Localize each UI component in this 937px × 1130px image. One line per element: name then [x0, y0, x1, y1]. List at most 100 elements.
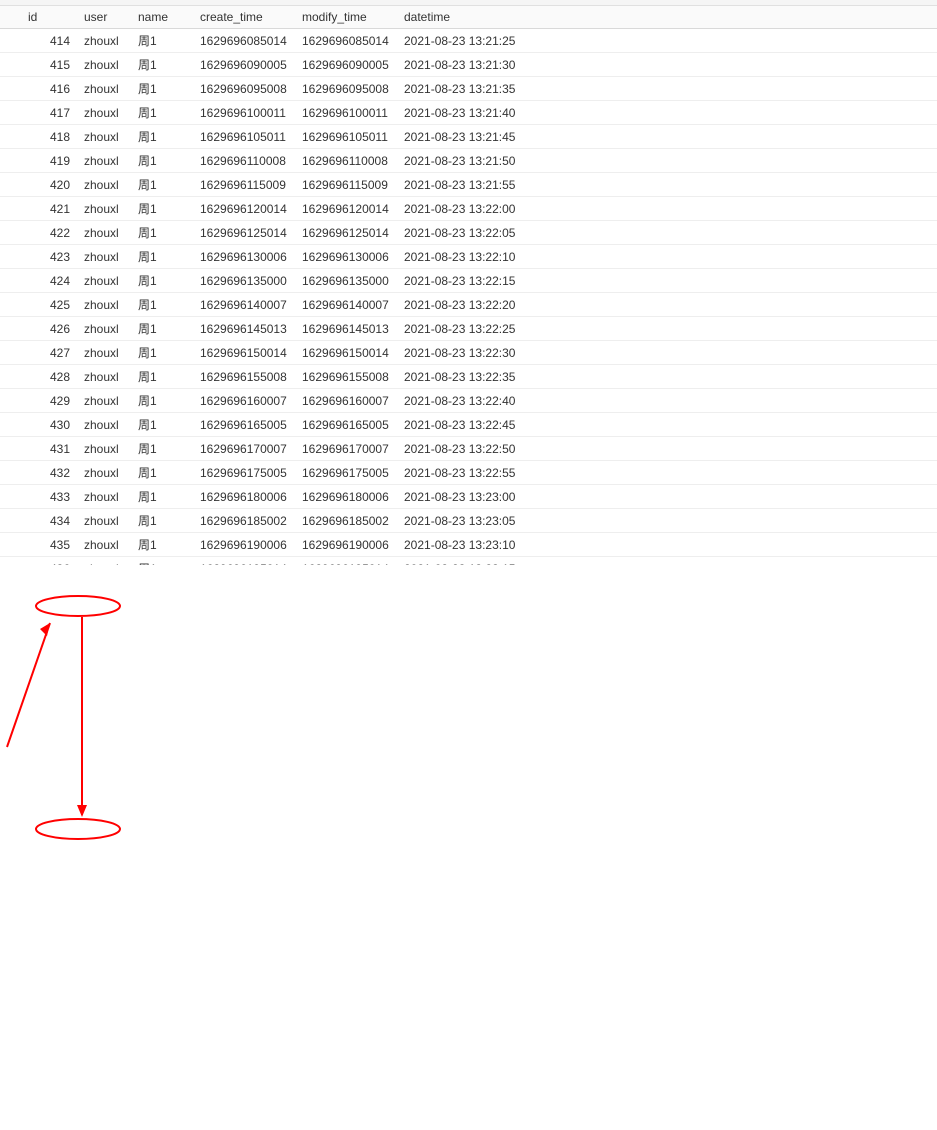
cell-modify-time: 1629696125014 — [296, 221, 398, 245]
table-row[interactable]: 423zhouxl周116296961300061629696130006202… — [0, 245, 937, 269]
cell-id: 418 — [22, 125, 78, 149]
cell-user: zhouxl — [78, 149, 132, 173]
table-row[interactable]: 419zhouxl周116296961100081629696110008202… — [0, 149, 937, 173]
cell-create-time: 1629696125014 — [194, 221, 296, 245]
cell-user: zhouxl — [78, 101, 132, 125]
column-header-datetime[interactable]: datetime — [398, 6, 548, 29]
table-row[interactable]: 417zhouxl周116296961000111629696100011202… — [0, 101, 937, 125]
table-row[interactable]: 425zhouxl周116296961400071629696140007202… — [0, 293, 937, 317]
cell-create-time: 1629696155008 — [194, 365, 296, 389]
table-row[interactable]: 428zhouxl周116296961550081629696155008202… — [0, 365, 937, 389]
cell-modify-time: 1629696135000 — [296, 269, 398, 293]
cell-user: zhouxl — [78, 173, 132, 197]
cell-spacer — [548, 149, 937, 173]
cell-create-time: 1629696105011 — [194, 125, 296, 149]
table-row[interactable]: 431zhouxl周116296961700071629696170007202… — [0, 437, 937, 461]
cell-id: 429 — [22, 389, 78, 413]
cell-create-time: 1629696170007 — [194, 437, 296, 461]
table-row[interactable]: 436zhouxl周116296961950141629696195014202… — [0, 557, 937, 566]
cell-spacer — [548, 389, 937, 413]
cell-spacer — [548, 485, 937, 509]
cell-name: 周1 — [132, 197, 194, 221]
cell-modify-time: 1629696105011 — [296, 125, 398, 149]
table-row[interactable]: 424zhouxl周116296961350001629696135000202… — [0, 269, 937, 293]
cell-datetime: 2021-08-23 13:23:10 — [398, 533, 548, 557]
cell-create-time: 1629696120014 — [194, 197, 296, 221]
cell-name: 周1 — [132, 413, 194, 437]
cell-create-time: 1629696140007 — [194, 293, 296, 317]
cell-spacer — [548, 509, 937, 533]
table-row[interactable]: 429zhouxl周116296961600071629696160007202… — [0, 389, 937, 413]
table-row[interactable]: 433zhouxl周116296961800061629696180006202… — [0, 485, 937, 509]
cell-create-time: 1629696190006 — [194, 533, 296, 557]
cell-modify-time: 1629696180006 — [296, 485, 398, 509]
cell-user: zhouxl — [78, 293, 132, 317]
cell-datetime: 2021-08-23 13:22:50 — [398, 437, 548, 461]
table-row[interactable]: 420zhouxl周116296961150091629696115009202… — [0, 173, 937, 197]
cell-name: 周1 — [132, 485, 194, 509]
cell-modify-time: 1629696090005 — [296, 53, 398, 77]
cell-modify-time: 1629696155008 — [296, 365, 398, 389]
cell-id: 416 — [22, 77, 78, 101]
cell-modify-time: 1629696150014 — [296, 341, 398, 365]
cell-create-time: 1629696180006 — [194, 485, 296, 509]
cell-id: 421 — [22, 197, 78, 221]
cell-datetime: 2021-08-23 13:22:25 — [398, 317, 548, 341]
cell-user: zhouxl — [78, 389, 132, 413]
table-row[interactable]: 435zhouxl周116296961900061629696190006202… — [0, 533, 937, 557]
row-gutter — [0, 413, 22, 437]
row-gutter — [0, 173, 22, 197]
cell-create-time: 1629696185002 — [194, 509, 296, 533]
cell-user: zhouxl — [78, 29, 132, 53]
cell-id: 422 — [22, 221, 78, 245]
cell-id: 426 — [22, 317, 78, 341]
cell-modify-time: 1629696145013 — [296, 317, 398, 341]
row-gutter — [0, 269, 22, 293]
cell-datetime: 2021-08-23 13:22:35 — [398, 365, 548, 389]
cell-spacer — [548, 53, 937, 77]
cell-name: 周1 — [132, 269, 194, 293]
column-header-user[interactable]: user — [78, 6, 132, 29]
column-header-create-time[interactable]: create_time — [194, 6, 296, 29]
row-gutter — [0, 317, 22, 341]
table-row[interactable]: 426zhouxl周116296961450131629696145013202… — [0, 317, 937, 341]
table-row[interactable]: 414zhouxl周116296960850141629696085014202… — [0, 29, 937, 53]
cell-modify-time: 1629696170007 — [296, 437, 398, 461]
table-row[interactable]: 415zhouxl周116296960900051629696090005202… — [0, 53, 937, 77]
table-row[interactable]: 432zhouxl周116296961750051629696175005202… — [0, 461, 937, 485]
cell-spacer — [548, 197, 937, 221]
column-header-id[interactable]: id — [22, 6, 78, 29]
cell-user: zhouxl — [78, 245, 132, 269]
table-row[interactable]: 430zhouxl周116296961650051629696165005202… — [0, 413, 937, 437]
cell-datetime: 2021-08-23 13:22:45 — [398, 413, 548, 437]
cell-id: 427 — [22, 341, 78, 365]
cell-user: zhouxl — [78, 413, 132, 437]
cell-user: zhouxl — [78, 125, 132, 149]
cell-user: zhouxl — [78, 53, 132, 77]
cell-id: 430 — [22, 413, 78, 437]
table-row[interactable]: 427zhouxl周116296961500141629696150014202… — [0, 341, 937, 365]
cell-id: 433 — [22, 485, 78, 509]
row-gutter — [0, 533, 22, 557]
data-grid[interactable]: id user name create_time modify_time dat… — [0, 6, 937, 565]
table-row[interactable]: 418zhouxl周116296961050111629696105011202… — [0, 125, 937, 149]
cell-id: 436 — [22, 557, 78, 566]
cell-create-time: 1629696130006 — [194, 245, 296, 269]
cell-spacer — [548, 557, 937, 566]
table-row[interactable]: 422zhouxl周116296961250141629696125014202… — [0, 221, 937, 245]
cell-spacer — [548, 437, 937, 461]
result-table: id user name create_time modify_time dat… — [0, 6, 937, 565]
row-gutter — [0, 29, 22, 53]
table-row[interactable]: 434zhouxl周116296961850021629696185002202… — [0, 509, 937, 533]
cell-user: zhouxl — [78, 341, 132, 365]
cell-user: zhouxl — [78, 509, 132, 533]
column-header-modify-time[interactable]: modify_time — [296, 6, 398, 29]
cell-id: 435 — [22, 533, 78, 557]
table-row[interactable]: 416zhouxl周116296960950081629696095008202… — [0, 77, 937, 101]
column-header-name[interactable]: name — [132, 6, 194, 29]
row-gutter — [0, 509, 22, 533]
cell-name: 周1 — [132, 533, 194, 557]
table-row[interactable]: 421zhouxl周116296961200141629696120014202… — [0, 197, 937, 221]
cell-name: 周1 — [132, 221, 194, 245]
cell-datetime: 2021-08-23 13:21:25 — [398, 29, 548, 53]
